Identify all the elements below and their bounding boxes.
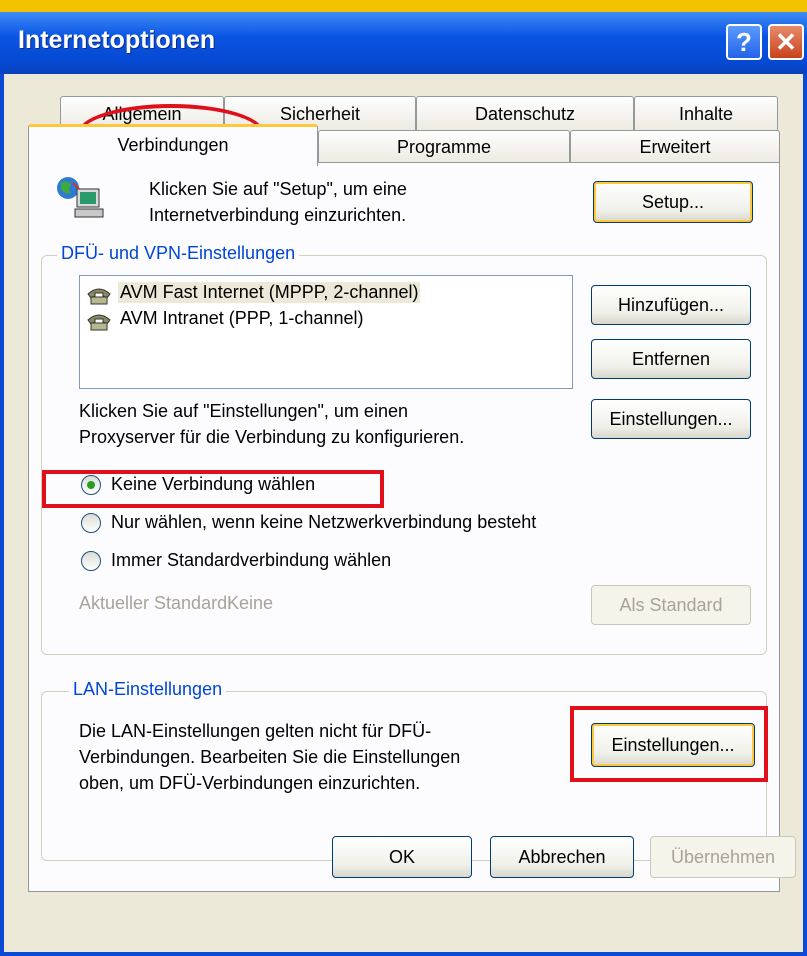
network-computer-icon <box>57 177 104 218</box>
add-connection-button[interactable]: Hinzufügen... <box>591 285 751 325</box>
setup-button[interactable]: Setup... <box>593 181 753 223</box>
dfu-settings-button[interactable]: Einstellungen... <box>591 399 751 439</box>
lan-text-line3: oben, um DFÜ-Verbindungen einzurichten. <box>79 773 421 793</box>
current-default-label: Aktueller Standard: <box>79 593 233 613</box>
setup-text-line1: Klicken Sie auf "Setup", um eine <box>149 179 407 199</box>
set-default-button[interactable]: Als Standard <box>591 585 751 625</box>
tab-programme[interactable]: Programme <box>318 130 570 164</box>
window-title: Internetoptionen <box>18 26 216 54</box>
connection-name: AVM Intranet (PPP, 1-channel) <box>120 308 364 328</box>
annotation-box <box>570 706 768 782</box>
lan-text-line1: Die LAN-Einstellungen gelten nicht für D… <box>79 721 432 741</box>
proxy-text-line2: Proxyserver für die Verbindung zu konfig… <box>79 427 465 447</box>
apply-button[interactable]: Übernehmen <box>650 836 796 878</box>
tab-verbindungen[interactable]: Verbindungen <box>28 124 318 166</box>
radio-dial-when-no-network[interactable] <box>81 513 101 533</box>
remove-connection-button[interactable]: Entfernen <box>591 339 751 379</box>
lan-group-label: LAN-Einstellungen <box>69 679 227 700</box>
radio-dial-when-no-network-label[interactable]: Nur wählen, wenn keine Netzwerkverbindun… <box>111 510 536 535</box>
tab-panel-verbindungen: Klicken Sie auf "Setup", um eine Interne… <box>28 162 780 892</box>
connection-list[interactable]: AVM Fast Internet (MPPP, 2-channel) AVM … <box>79 275 573 389</box>
ok-button[interactable]: OK <box>332 836 472 878</box>
close-button[interactable]: ✕ <box>768 24 804 60</box>
dialog-client: Allgemein Sicherheit Datenschutz Inhalte… <box>4 74 803 952</box>
annotation-box <box>42 470 384 508</box>
cancel-button[interactable]: Abbrechen <box>490 836 634 878</box>
dialup-phone-icon <box>87 314 111 331</box>
proxy-text-line1: Klicken Sie auf "Einstellungen", um eine… <box>79 401 408 421</box>
radio-always-default[interactable] <box>81 551 101 571</box>
dialup-phone-icon <box>87 288 111 305</box>
tab-datenschutz[interactable]: Datenschutz <box>416 96 634 132</box>
radio-always-default-label[interactable]: Immer Standardverbindung wählen <box>111 548 391 573</box>
help-button[interactable]: ? <box>726 24 762 60</box>
current-default-value: Keine <box>227 593 274 613</box>
setup-text-line2: Internetverbindung einzurichten. <box>149 205 407 225</box>
dfu-vpn-group-label: DFÜ- und VPN-Einstellungen <box>57 243 300 264</box>
lan-text-line2: Verbindungen. Bearbeiten Sie die Einstel… <box>79 747 461 767</box>
tab-inhalte[interactable]: Inhalte <box>634 96 778 132</box>
tab-erweitert[interactable]: Erweitert <box>570 130 780 164</box>
connection-name: AVM Fast Internet (MPPP, 2-channel) <box>118 282 421 303</box>
title-bar[interactable]: Internetoptionen ? ✕ <box>0 12 807 74</box>
